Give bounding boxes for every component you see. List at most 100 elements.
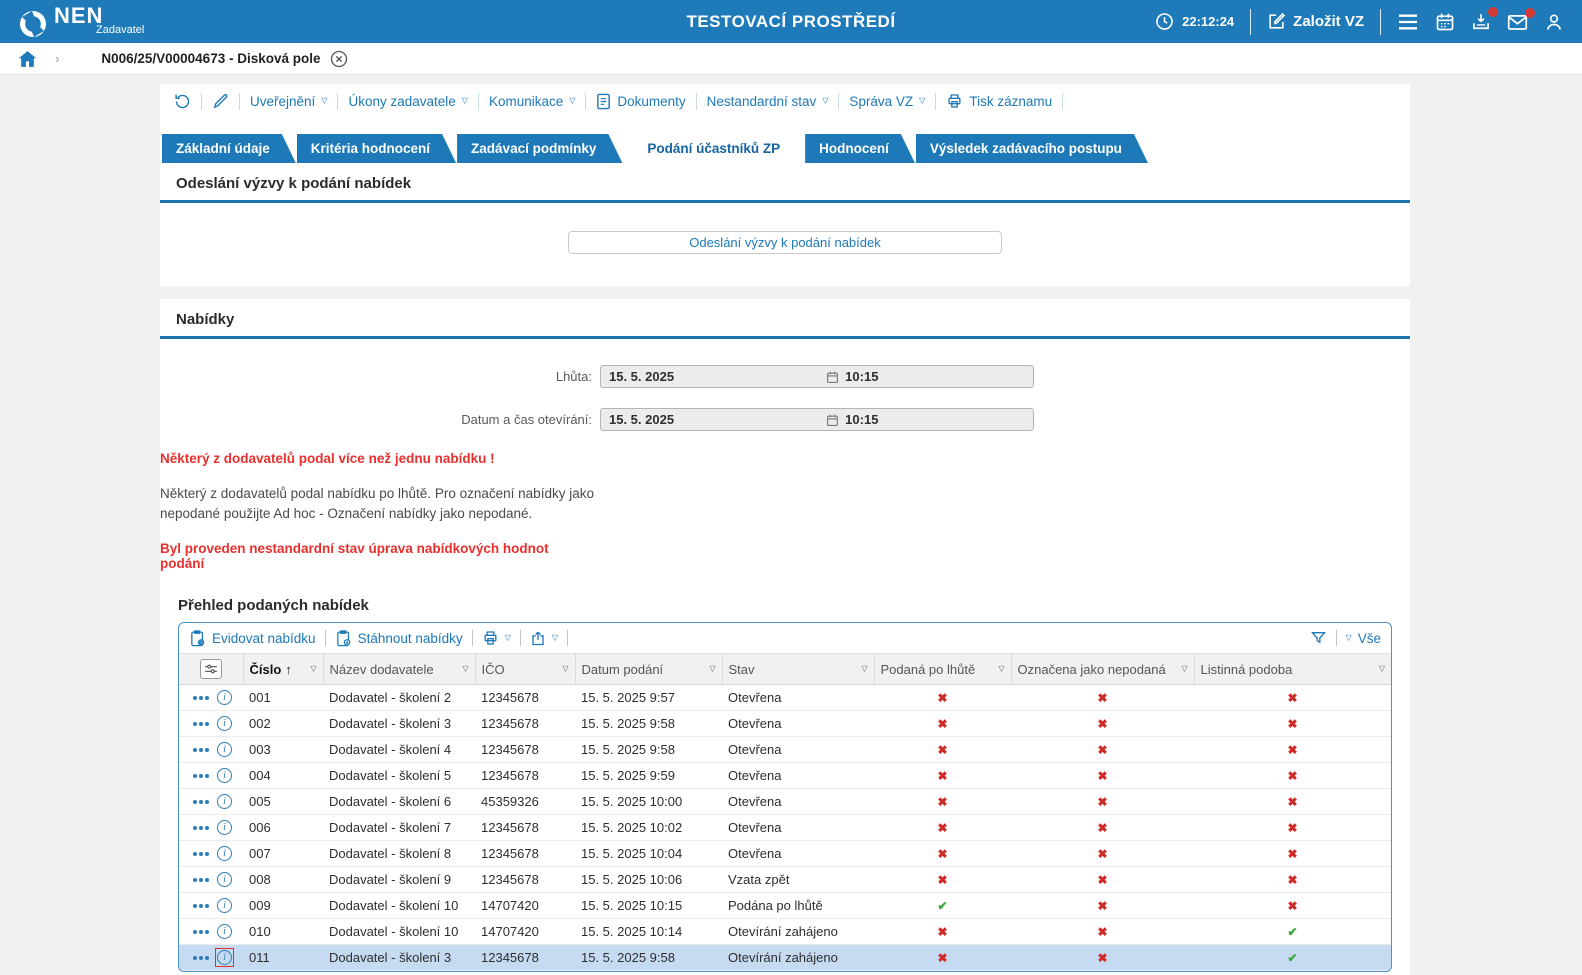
menu-ukony-zadavatele[interactable]: Úkony zadavatele▽ (348, 94, 467, 109)
oteviran-datetime-field[interactable]: 15. 5. 2025 10:15 (600, 408, 1034, 431)
chevron-down-icon[interactable]: ▽ (562, 665, 568, 673)
divider (1380, 9, 1381, 35)
info-icon[interactable]: i (217, 768, 232, 783)
menu-komunikace[interactable]: Komunikace▽ (489, 94, 575, 109)
info-icon[interactable]: i (217, 924, 232, 939)
cell-po-lhute: ✖ (874, 815, 1011, 841)
chevron-down-icon[interactable]: ▽ (310, 665, 316, 673)
user-button[interactable] (1544, 12, 1564, 32)
info-icon[interactable]: i (217, 846, 232, 861)
column-header-cislo[interactable]: Číslo↑▽ (243, 654, 323, 685)
stahnout-nabidky-button[interactable]: Stáhnout nabídky (335, 630, 463, 647)
downloads-button[interactable] (1471, 12, 1491, 32)
tab-zakladni-udaje[interactable]: Základní údaje (162, 134, 296, 163)
row-menu-icon[interactable] (193, 956, 209, 960)
info-icon[interactable]: i (217, 898, 232, 913)
table-row[interactable]: i011Dodavatel - školení 31234567815. 5. … (179, 945, 1391, 971)
odeslani-vyzvy-button[interactable]: Odeslání výzvy k podání nabídek (568, 231, 1002, 254)
menu-button[interactable] (1397, 13, 1419, 31)
row-menu-icon[interactable] (193, 904, 209, 908)
info-icon[interactable]: i (217, 950, 232, 965)
row-menu-icon[interactable] (193, 930, 209, 934)
oteviran-date-value[interactable]: 15. 5. 2025 (601, 412, 826, 427)
table-row[interactable]: i002Dodavatel - školení 31234567815. 5. … (179, 711, 1391, 737)
nen-logo[interactable]: NEN Zadavatel (18, 5, 144, 39)
cell-datum: 15. 5. 2025 10:02 (575, 815, 722, 841)
tab-hodnoceni[interactable]: Hodnocení (805, 134, 915, 163)
chevron-down-icon[interactable]: ▽ (1379, 665, 1385, 673)
info-icon[interactable]: i (217, 690, 232, 705)
chevron-right-icon: › (55, 51, 59, 66)
tab-podani-ucastniku-zp[interactable]: Podání účastníků ZP (623, 134, 804, 163)
column-header-nepodana[interactable]: Označena jako nepodaná▽ (1011, 654, 1194, 685)
chevron-down-icon[interactable]: ▽ (861, 665, 867, 673)
tab-vysledek-zadavaciho-postupu[interactable]: Výsledek zadávacího postupu (916, 134, 1148, 163)
edit-record-button[interactable] (212, 93, 229, 110)
column-header-listinna[interactable]: Listinná podoba▽ (1194, 654, 1391, 685)
row-menu-icon[interactable] (193, 774, 209, 778)
breadcrumb-item[interactable]: N006/25/V00004673 - Disková pole (101, 51, 320, 66)
row-menu-icon[interactable] (193, 800, 209, 804)
table-row[interactable]: i010Dodavatel - školení 101470742015. 5.… (179, 919, 1391, 945)
table-row[interactable]: i003Dodavatel - školení 41234567815. 5. … (179, 737, 1391, 763)
column-header-datum[interactable]: Datum podání▽ (575, 654, 722, 685)
lhuta-date-value[interactable]: 15. 5. 2025 (601, 369, 826, 384)
info-icon[interactable]: i (217, 716, 232, 731)
grid-export-button[interactable]: ▽ (530, 630, 558, 647)
row-menu-icon[interactable] (193, 852, 209, 856)
column-header-po-lhute[interactable]: Podaná po lhůtě▽ (874, 654, 1011, 685)
row-menu-icon[interactable] (193, 722, 209, 726)
grid-view-select[interactable]: ▽ Vše (1346, 631, 1381, 646)
tab-kriteria-hodnoceni[interactable]: Kritéria hodnocení (297, 134, 456, 163)
home-button[interactable] (18, 50, 37, 68)
create-vz-button[interactable]: Založit VZ (1267, 12, 1364, 31)
chevron-down-icon[interactable]: ▽ (998, 665, 1004, 673)
refresh-button[interactable] (174, 93, 191, 110)
close-tab-button[interactable] (330, 50, 348, 68)
messages-button[interactable] (1507, 13, 1528, 31)
column-settings-icon[interactable] (200, 659, 222, 679)
row-menu-icon[interactable] (193, 878, 209, 882)
cell-ico: 12345678 (475, 815, 575, 841)
chevron-down-icon[interactable]: ▽ (1181, 665, 1187, 673)
table-row[interactable]: i007Dodavatel - školení 81234567815. 5. … (179, 841, 1391, 867)
table-row[interactable]: i008Dodavatel - školení 91234567815. 5. … (179, 867, 1391, 893)
calendar-button[interactable] (1435, 12, 1455, 32)
evidovat-nabidku-button[interactable]: Evidovat nabídku (189, 630, 316, 647)
cell-listinna: ✖ (1194, 789, 1391, 815)
divider (239, 93, 240, 110)
chevron-down-icon: ▽ (505, 634, 511, 642)
table-row[interactable]: i006Dodavatel - školení 71234567815. 5. … (179, 815, 1391, 841)
info-icon[interactable]: i (217, 872, 232, 887)
info-icon[interactable]: i (217, 820, 232, 835)
row-menu-icon[interactable] (193, 826, 209, 830)
menu-sprava-vz[interactable]: Správa VZ▽ (849, 94, 925, 109)
cell-listinna: ✖ (1194, 711, 1391, 737)
table-row[interactable]: i004Dodavatel - školení 51234567815. 5. … (179, 763, 1391, 789)
print-record-button[interactable]: Tisk záznamu (946, 93, 1052, 109)
row-menu-icon[interactable] (193, 748, 209, 752)
lhuta-time-value[interactable]: 10:15 (845, 369, 878, 384)
menu-nestandardni-stav[interactable]: Nestandardní stav▽ (707, 94, 829, 109)
menu-dokumenty[interactable]: Dokumenty (596, 93, 685, 110)
column-header-stav[interactable]: Stav▽ (722, 654, 874, 685)
oteviran-time-value[interactable]: 10:15 (845, 412, 878, 427)
tab-zadavaci-podminky[interactable]: Zadávací podmínky (457, 134, 622, 163)
lhuta-datetime-field[interactable]: 15. 5. 2025 10:15 (600, 365, 1034, 388)
divider (337, 93, 338, 110)
divider (325, 630, 326, 646)
column-header-nazev[interactable]: Název dodavatele▽ (323, 654, 475, 685)
grid-filter-button[interactable] (1310, 630, 1327, 646)
row-menu-icon[interactable] (193, 696, 209, 700)
chevron-down-icon[interactable]: ▽ (709, 665, 715, 673)
column-header-ico[interactable]: IČO▽ (475, 654, 575, 685)
grid-print-button[interactable]: ▽ (482, 630, 511, 646)
table-row[interactable]: i009Dodavatel - školení 101470742015. 5.… (179, 893, 1391, 919)
table-row[interactable]: i005Dodavatel - školení 64535932615. 5. … (179, 789, 1391, 815)
info-icon[interactable]: i (217, 794, 232, 809)
chevron-down-icon[interactable]: ▽ (462, 665, 468, 673)
table-row[interactable]: i001Dodavatel - školení 21234567815. 5. … (179, 685, 1391, 711)
info-icon[interactable]: i (217, 742, 232, 757)
menu-uverejneni[interactable]: Uveřejnění▽ (250, 94, 327, 109)
cell-listinna: ✖ (1194, 841, 1391, 867)
